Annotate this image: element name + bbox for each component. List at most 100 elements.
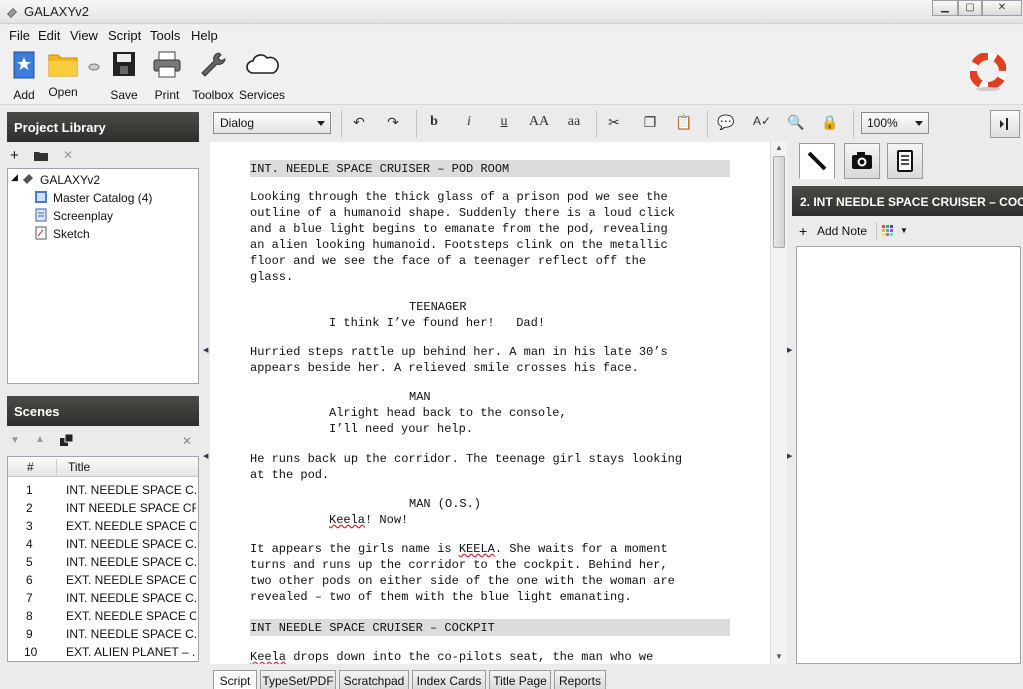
- menu-edit[interactable]: Edit: [38, 28, 60, 43]
- table-row[interactable]: 2 INT NEEDLE SPACE CR...: [8, 498, 198, 516]
- table-row[interactable]: 6 EXT. NEEDLE SPACE C...: [8, 570, 198, 588]
- open-dropdown[interactable]: [87, 63, 101, 71]
- uppercase-button[interactable]: AA: [526, 114, 552, 130]
- tab-index-card[interactable]: [887, 143, 923, 179]
- split-scene-icon[interactable]: [60, 434, 74, 446]
- action-line[interactable]: He runs back up the corridor. The teenag…: [250, 451, 682, 467]
- character-name[interactable]: MAN (O.S.): [409, 496, 481, 512]
- tab-scratchpad[interactable]: Scratchpad: [339, 670, 409, 689]
- dialogue-line[interactable]: Keela! Now!: [329, 512, 408, 528]
- action-line[interactable]: an alien looking humanoid. Footsteps cli…: [250, 237, 668, 253]
- menu-file[interactable]: File: [9, 28, 30, 43]
- scroll-down-icon[interactable]: ▼: [775, 652, 783, 661]
- scene-heading[interactable]: INT. NEEDLE SPACE CRUISER – POD ROOM: [250, 160, 730, 177]
- tab-script[interactable]: Script: [213, 670, 257, 689]
- remove-scene-icon[interactable]: ✕: [182, 434, 192, 448]
- action-line[interactable]: outline of a humanoid shape. Suddenly th…: [250, 205, 675, 221]
- dialogue-line[interactable]: Alright head back to the console,: [329, 405, 567, 421]
- add-note-button[interactable]: Add Note: [817, 224, 867, 238]
- comments-icon[interactable]: 💬: [714, 114, 738, 131]
- copy-icon[interactable]: ❐: [640, 114, 660, 131]
- menu-script[interactable]: Script: [108, 28, 141, 43]
- color-grid-icon[interactable]: [882, 225, 894, 237]
- action-line[interactable]: Looking through the thick glass of a pri…: [250, 189, 668, 205]
- tab-index-cards[interactable]: Index Cards: [412, 670, 486, 689]
- action-line[interactable]: glass.: [250, 269, 293, 285]
- action-line[interactable]: turns and runs up the corridor to the co…: [250, 557, 668, 573]
- redo-icon[interactable]: ↷: [383, 114, 403, 131]
- script-page[interactable]: INT. NEEDLE SPACE CRUISER – POD ROOM Loo…: [210, 142, 770, 664]
- action-line[interactable]: revealed – two of them with the blue lig…: [250, 589, 632, 605]
- move-up-icon[interactable]: ▲: [35, 434, 45, 445]
- tab-reports[interactable]: Reports: [554, 670, 606, 689]
- action-line[interactable]: Keela drops down into the co-pilots seat…: [250, 649, 653, 664]
- tab-title-page[interactable]: Title Page: [489, 670, 551, 689]
- chevron-down-icon[interactable]: ▼: [900, 226, 908, 235]
- scene-heading[interactable]: INT NEEDLE SPACE CRUISER – COCKPIT: [250, 619, 730, 636]
- table-row[interactable]: 1 INT. NEEDLE SPACE C...: [8, 480, 198, 498]
- close-button[interactable]: ✕: [982, 0, 1022, 16]
- table-row[interactable]: 7 INT. NEEDLE SPACE C...: [8, 588, 198, 606]
- add-button[interactable]: Add: [12, 51, 36, 102]
- action-line[interactable]: appears beside her. A relieved smile cro…: [250, 360, 639, 376]
- script-scrollbar[interactable]: ▲ ▼: [770, 142, 787, 664]
- dialogue-line[interactable]: I think I’ve found her! Dad!: [329, 315, 545, 331]
- cut-icon[interactable]: ✂: [604, 114, 624, 131]
- character-name[interactable]: TEENAGER: [409, 299, 467, 315]
- scroll-thumb[interactable]: [773, 156, 785, 248]
- tree-item-master-catalog[interactable]: Master Catalog (4): [53, 191, 152, 205]
- menu-help[interactable]: Help: [191, 28, 218, 43]
- move-down-icon[interactable]: ▼: [10, 435, 20, 446]
- minimize-button[interactable]: ▁: [932, 0, 958, 16]
- tab-typeset-pdf[interactable]: TypeSet/PDF: [260, 670, 336, 689]
- action-line[interactable]: floor and we see the face of a teenager …: [250, 253, 646, 269]
- tree-root[interactable]: GALAXYv2: [40, 173, 100, 187]
- spellcheck-icon[interactable]: A✓: [751, 114, 773, 128]
- services-button[interactable]: Services: [239, 51, 285, 102]
- undo-icon[interactable]: ↶: [349, 114, 369, 131]
- print-button[interactable]: Print: [152, 51, 182, 102]
- table-row[interactable]: 8 EXT. NEEDLE SPACE C...: [8, 606, 198, 624]
- note-text-area[interactable]: [796, 246, 1021, 664]
- menu-view[interactable]: View: [70, 28, 98, 43]
- zoom-select[interactable]: 100%: [861, 112, 929, 134]
- table-row[interactable]: 3 EXT. NEEDLE SPACE C...: [8, 516, 198, 534]
- italic-button[interactable]: i: [459, 114, 479, 130]
- menu-tools[interactable]: Tools: [150, 28, 180, 43]
- table-row[interactable]: 9 INT. NEEDLE SPACE C...: [8, 624, 198, 642]
- save-button[interactable]: Save: [110, 51, 138, 102]
- table-row[interactable]: 10 EXT. ALIEN PLANET – ...: [8, 642, 198, 660]
- dialogue-line[interactable]: I’ll need your help.: [329, 421, 473, 437]
- tree-item-screenplay[interactable]: Screenplay: [53, 209, 113, 223]
- table-row[interactable]: 5 INT. NEEDLE SPACE C...: [8, 552, 198, 570]
- add-icon[interactable]: +: [10, 147, 19, 164]
- action-line[interactable]: Hurried steps rattle up behind her. A ma…: [250, 344, 668, 360]
- scroll-up-icon[interactable]: ▲: [775, 143, 783, 152]
- action-line[interactable]: It appears the girls name is KEELA. She …: [250, 541, 668, 557]
- find-icon[interactable]: 🔍: [786, 114, 806, 131]
- action-line[interactable]: at the pod.: [250, 467, 329, 483]
- tab-notes[interactable]: [799, 143, 835, 179]
- bold-button[interactable]: b: [424, 114, 444, 130]
- action-line[interactable]: two other pods on either side of the one…: [250, 573, 675, 589]
- splitter-arrow-icon[interactable]: ▶: [787, 452, 792, 460]
- tab-images[interactable]: [844, 143, 880, 179]
- character-name[interactable]: MAN: [409, 389, 431, 405]
- remove-icon[interactable]: ✕: [63, 148, 73, 162]
- help-lifebuoy-icon[interactable]: [970, 53, 1006, 93]
- splitter-arrow-icon[interactable]: ◀: [203, 452, 208, 460]
- toolbox-button[interactable]: Toolbox: [192, 51, 234, 102]
- lock-icon[interactable]: 🔒: [820, 114, 840, 131]
- toggle-notes-panel-button[interactable]: [990, 110, 1020, 138]
- paste-icon[interactable]: 📋: [674, 114, 694, 131]
- action-line[interactable]: and a blue light begins to emanate from …: [250, 221, 668, 237]
- table-row[interactable]: 4 INT. NEEDLE SPACE C...: [8, 534, 198, 552]
- tree-item-sketch[interactable]: Sketch: [53, 227, 90, 241]
- lowercase-button[interactable]: aa: [562, 114, 586, 130]
- open-button[interactable]: Open: [48, 51, 78, 99]
- splitter-arrow-icon[interactable]: ◀: [203, 346, 208, 354]
- expand-arrow-icon[interactable]: ◢: [11, 172, 18, 183]
- maximize-button[interactable]: ▢: [958, 0, 982, 16]
- element-style-select[interactable]: Dialog: [213, 112, 331, 134]
- folder-icon[interactable]: [34, 151, 48, 161]
